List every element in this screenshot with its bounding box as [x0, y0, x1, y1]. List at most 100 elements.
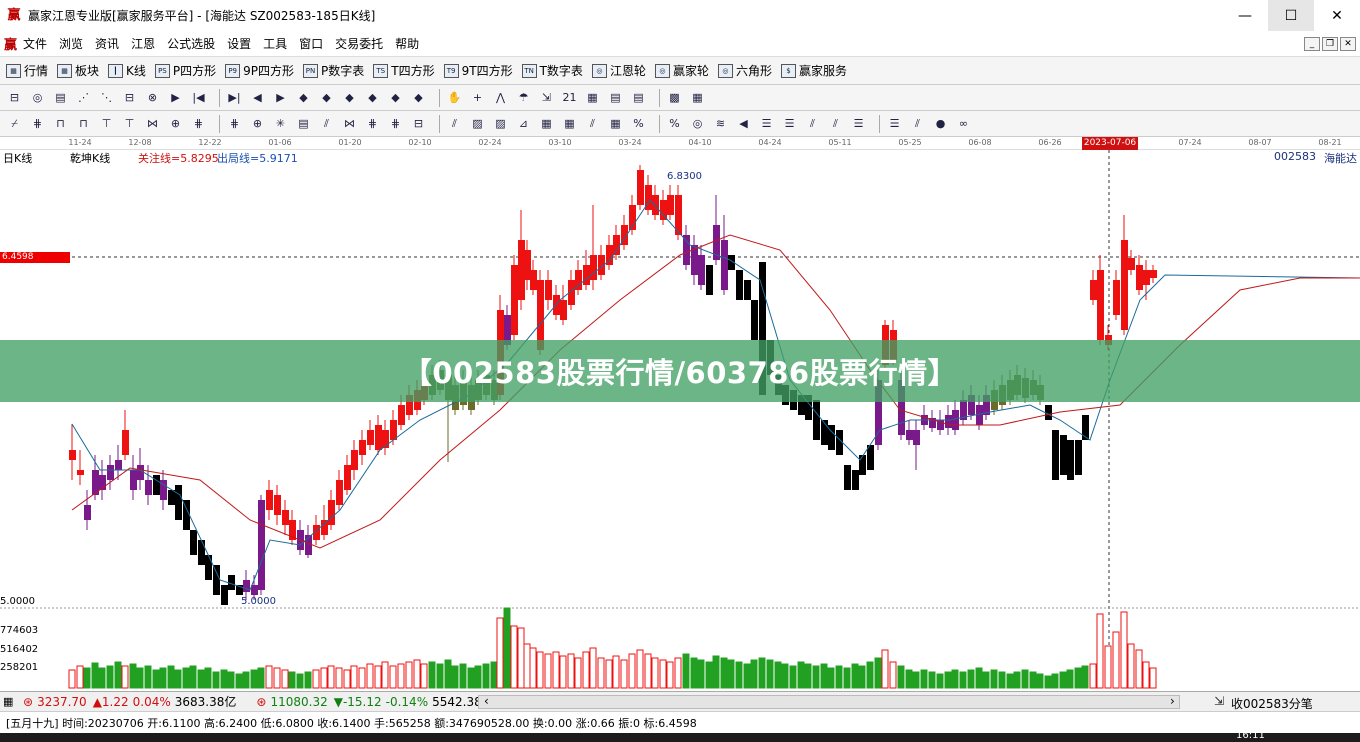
maximize-button[interactable]: ☐	[1268, 0, 1314, 31]
draw-tool-icon-7[interactable]: ▶	[167, 89, 184, 106]
analysis-tool-icon-23[interactable]: ▦	[561, 115, 578, 132]
draw-tool-icon-2[interactable]: ▤	[52, 89, 69, 106]
menu-trade[interactable]: 交易委托	[335, 35, 383, 52]
analysis-tool-icon-8[interactable]: ⋕	[190, 115, 207, 132]
kline-chart[interactable]	[0, 137, 1360, 689]
toolbar-item-11[interactable]: ◎ 六角形	[717, 62, 772, 79]
mdi-close-button[interactable]: ✕	[1340, 37, 1356, 51]
analysis-tool-icon-27[interactable]: %	[666, 115, 683, 132]
grid-icon[interactable]: ▦	[3, 695, 19, 708]
toolbar-item-2[interactable]: ┃ K线	[108, 62, 146, 79]
analysis-tool-icon-34[interactable]: ⫽	[827, 115, 844, 132]
toolbar-item-8[interactable]: TN T数字表	[521, 62, 583, 79]
analysis-tool-icon-37[interactable]: ⫽	[909, 115, 926, 132]
menu-help[interactable]: 帮助	[395, 35, 419, 52]
analysis-tool-icon-33[interactable]: ⫽	[804, 115, 821, 132]
toolbar-item-5[interactable]: PN P数字表	[303, 62, 364, 79]
scroll-left-icon[interactable]: ‹	[484, 694, 489, 708]
close-button[interactable]: ✕	[1314, 0, 1360, 31]
analysis-tool-icon-28[interactable]: ◎	[689, 115, 706, 132]
horizontal-scrollbar[interactable]	[478, 695, 1180, 709]
draw-tool-icon-13[interactable]: ◆	[318, 89, 335, 106]
analysis-tool-icon-16[interactable]: ⋕	[387, 115, 404, 132]
draw-tool-icon-22[interactable]: ⇲	[538, 89, 555, 106]
mdi-minimize-button[interactable]: _	[1304, 37, 1320, 51]
draw-tool-icon-12[interactable]: ◆	[295, 89, 312, 106]
analysis-tool-icon-21[interactable]: ⊿	[515, 115, 532, 132]
toolbar-item-0[interactable]: ▦ 行情	[6, 62, 48, 79]
analysis-tool-icon-13[interactable]: ⫽	[318, 115, 335, 132]
menu-news[interactable]: 资讯	[95, 35, 119, 52]
analysis-tool-icon-20[interactable]: ▨	[492, 115, 509, 132]
analysis-tool-icon-3[interactable]: ⊓	[75, 115, 92, 132]
draw-tool-icon-16[interactable]: ◆	[387, 89, 404, 106]
draw-tool-icon-23[interactable]: 21	[561, 89, 578, 106]
analysis-tool-icon-15[interactable]: ⋕	[364, 115, 381, 132]
toolbar-item-3[interactable]: PS P四方形	[154, 62, 216, 79]
draw-tool-icon-18[interactable]: ✋	[446, 89, 463, 106]
draw-tool-icon-1[interactable]: ◎	[29, 89, 46, 106]
analysis-tool-icon-26[interactable]: %	[630, 115, 647, 132]
scroll-right-icon[interactable]: ›	[1170, 694, 1175, 708]
collect-label[interactable]: 收002583分笔	[1231, 695, 1313, 712]
menu-logo-icon[interactable]: 赢	[4, 34, 17, 53]
analysis-tool-icon-6[interactable]: ⋈	[144, 115, 161, 132]
draw-tool-icon-14[interactable]: ◆	[341, 89, 358, 106]
analysis-tool-icon-12[interactable]: ▤	[295, 115, 312, 132]
analysis-tool-icon-2[interactable]: ⊓	[52, 115, 69, 132]
analysis-tool-icon-19[interactable]: ▨	[469, 115, 486, 132]
analysis-tool-icon-25[interactable]: ▦	[607, 115, 624, 132]
analysis-tool-icon-30[interactable]: ◀	[735, 115, 752, 132]
analysis-tool-icon-36[interactable]: ☰	[886, 115, 903, 132]
draw-tool-icon-27[interactable]: ▩	[666, 89, 683, 106]
menu-formula[interactable]: 公式选股	[167, 35, 215, 52]
draw-tool-icon-21[interactable]: ☂	[515, 89, 532, 106]
toolbar-item-7[interactable]: T9 9T四方形	[443, 62, 513, 79]
draw-tool-icon-6[interactable]: ⊗	[144, 89, 161, 106]
toolbar-item-1[interactable]: ▦ 板块	[57, 62, 99, 79]
draw-tool-icon-24[interactable]: ▦	[584, 89, 601, 106]
analysis-tool-icon-4[interactable]: ⊤	[98, 115, 115, 132]
analysis-tool-icon-29[interactable]: ≋	[712, 115, 729, 132]
analysis-tool-icon-0[interactable]: ⌿	[6, 115, 23, 132]
toolbar-item-4[interactable]: P9 9P四方形	[225, 62, 294, 79]
analysis-tool-icon-1[interactable]: ⋕	[29, 115, 46, 132]
menu-window[interactable]: 窗口	[299, 35, 323, 52]
mdi-restore-button[interactable]: ❐	[1322, 37, 1338, 51]
menu-tools[interactable]: 工具	[263, 35, 287, 52]
analysis-tool-icon-24[interactable]: ⫽	[584, 115, 601, 132]
draw-tool-icon-10[interactable]: ◀	[249, 89, 266, 106]
draw-tool-icon-25[interactable]: ▤	[607, 89, 624, 106]
analysis-tool-icon-35[interactable]: ☰	[850, 115, 867, 132]
analysis-tool-icon-39[interactable]: ∞	[955, 115, 972, 132]
draw-tool-icon-20[interactable]: ⋀	[492, 89, 509, 106]
menu-file[interactable]: 文件	[23, 35, 47, 52]
toolbar-item-10[interactable]: ◎ 赢家轮	[654, 62, 709, 79]
draw-tool-icon-11[interactable]: ▶	[272, 89, 289, 106]
draw-tool-icon-8[interactable]: |◀	[190, 89, 207, 106]
menu-settings[interactable]: 设置	[227, 35, 251, 52]
analysis-tool-icon-31[interactable]: ☰	[758, 115, 775, 132]
analysis-tool-icon-14[interactable]: ⋈	[341, 115, 358, 132]
draw-tool-icon-4[interactable]: ⋱	[98, 89, 115, 106]
draw-tool-icon-15[interactable]: ◆	[364, 89, 381, 106]
analysis-tool-icon-32[interactable]: ☰	[781, 115, 798, 132]
draw-tool-icon-26[interactable]: ▤	[630, 89, 647, 106]
draw-tool-icon-5[interactable]: ⊟	[121, 89, 138, 106]
analysis-tool-icon-10[interactable]: ⊕	[249, 115, 266, 132]
menu-gann[interactable]: 江恩	[131, 35, 155, 52]
draw-tool-icon-0[interactable]: ⊟	[6, 89, 23, 106]
toolbar-item-6[interactable]: TS T四方形	[373, 62, 435, 79]
draw-tool-icon-17[interactable]: ◆	[410, 89, 427, 106]
toolbar-item-12[interactable]: $ 赢家服务	[780, 62, 847, 79]
analysis-tool-icon-9[interactable]: ⋕	[226, 115, 243, 132]
draw-tool-icon-28[interactable]: ▦	[689, 89, 706, 106]
analysis-tool-icon-22[interactable]: ▦	[538, 115, 555, 132]
draw-tool-icon-9[interactable]: ▶|	[226, 89, 243, 106]
analysis-tool-icon-17[interactable]: ⊟	[410, 115, 427, 132]
draw-tool-icon-3[interactable]: ⋰	[75, 89, 92, 106]
toolbar-item-9[interactable]: ◎ 江恩轮	[591, 62, 646, 79]
draw-tool-icon-19[interactable]: +	[469, 89, 486, 106]
analysis-tool-icon-5[interactable]: ⊤	[121, 115, 138, 132]
analysis-tool-icon-11[interactable]: ✳	[272, 115, 289, 132]
